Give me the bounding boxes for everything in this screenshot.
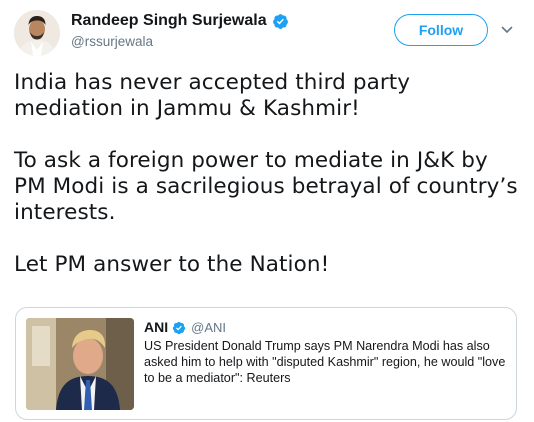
chevron-down-icon[interactable] bbox=[500, 22, 514, 36]
quoted-author-handle[interactable]: @ANI bbox=[191, 320, 226, 335]
quoted-tweet[interactable]: ANI @ANI US President Donald Trump says … bbox=[15, 307, 517, 420]
follow-button[interactable]: Follow bbox=[394, 14, 488, 46]
tweet-paragraph: To ask a foreign power to mediate in J&K… bbox=[14, 148, 518, 225]
quoted-tweet-thumbnail bbox=[26, 318, 134, 410]
author-handle[interactable]: @rssurjewala bbox=[71, 34, 371, 49]
quoted-tweet-header: ANI @ANI bbox=[144, 318, 226, 336]
quoted-tweet-text: US President Donald Trump says PM Narend… bbox=[144, 339, 506, 385]
verified-badge-icon bbox=[272, 13, 289, 30]
avatar[interactable] bbox=[14, 10, 60, 56]
tweet-text: India has never accepted third party med… bbox=[14, 70, 526, 278]
verified-badge-icon bbox=[172, 320, 186, 335]
tweet-paragraph: Let PM answer to the Nation! bbox=[14, 252, 330, 277]
tweet-card: Randeep Singh Surjewala @rssurjewala Fol… bbox=[0, 0, 534, 422]
quoted-author-name[interactable]: ANI bbox=[144, 319, 168, 335]
tweet-paragraph: India has never accepted third party med… bbox=[14, 70, 411, 121]
author-info: Randeep Singh Surjewala @rssurjewala bbox=[71, 10, 371, 49]
author-name[interactable]: Randeep Singh Surjewala bbox=[71, 12, 267, 30]
